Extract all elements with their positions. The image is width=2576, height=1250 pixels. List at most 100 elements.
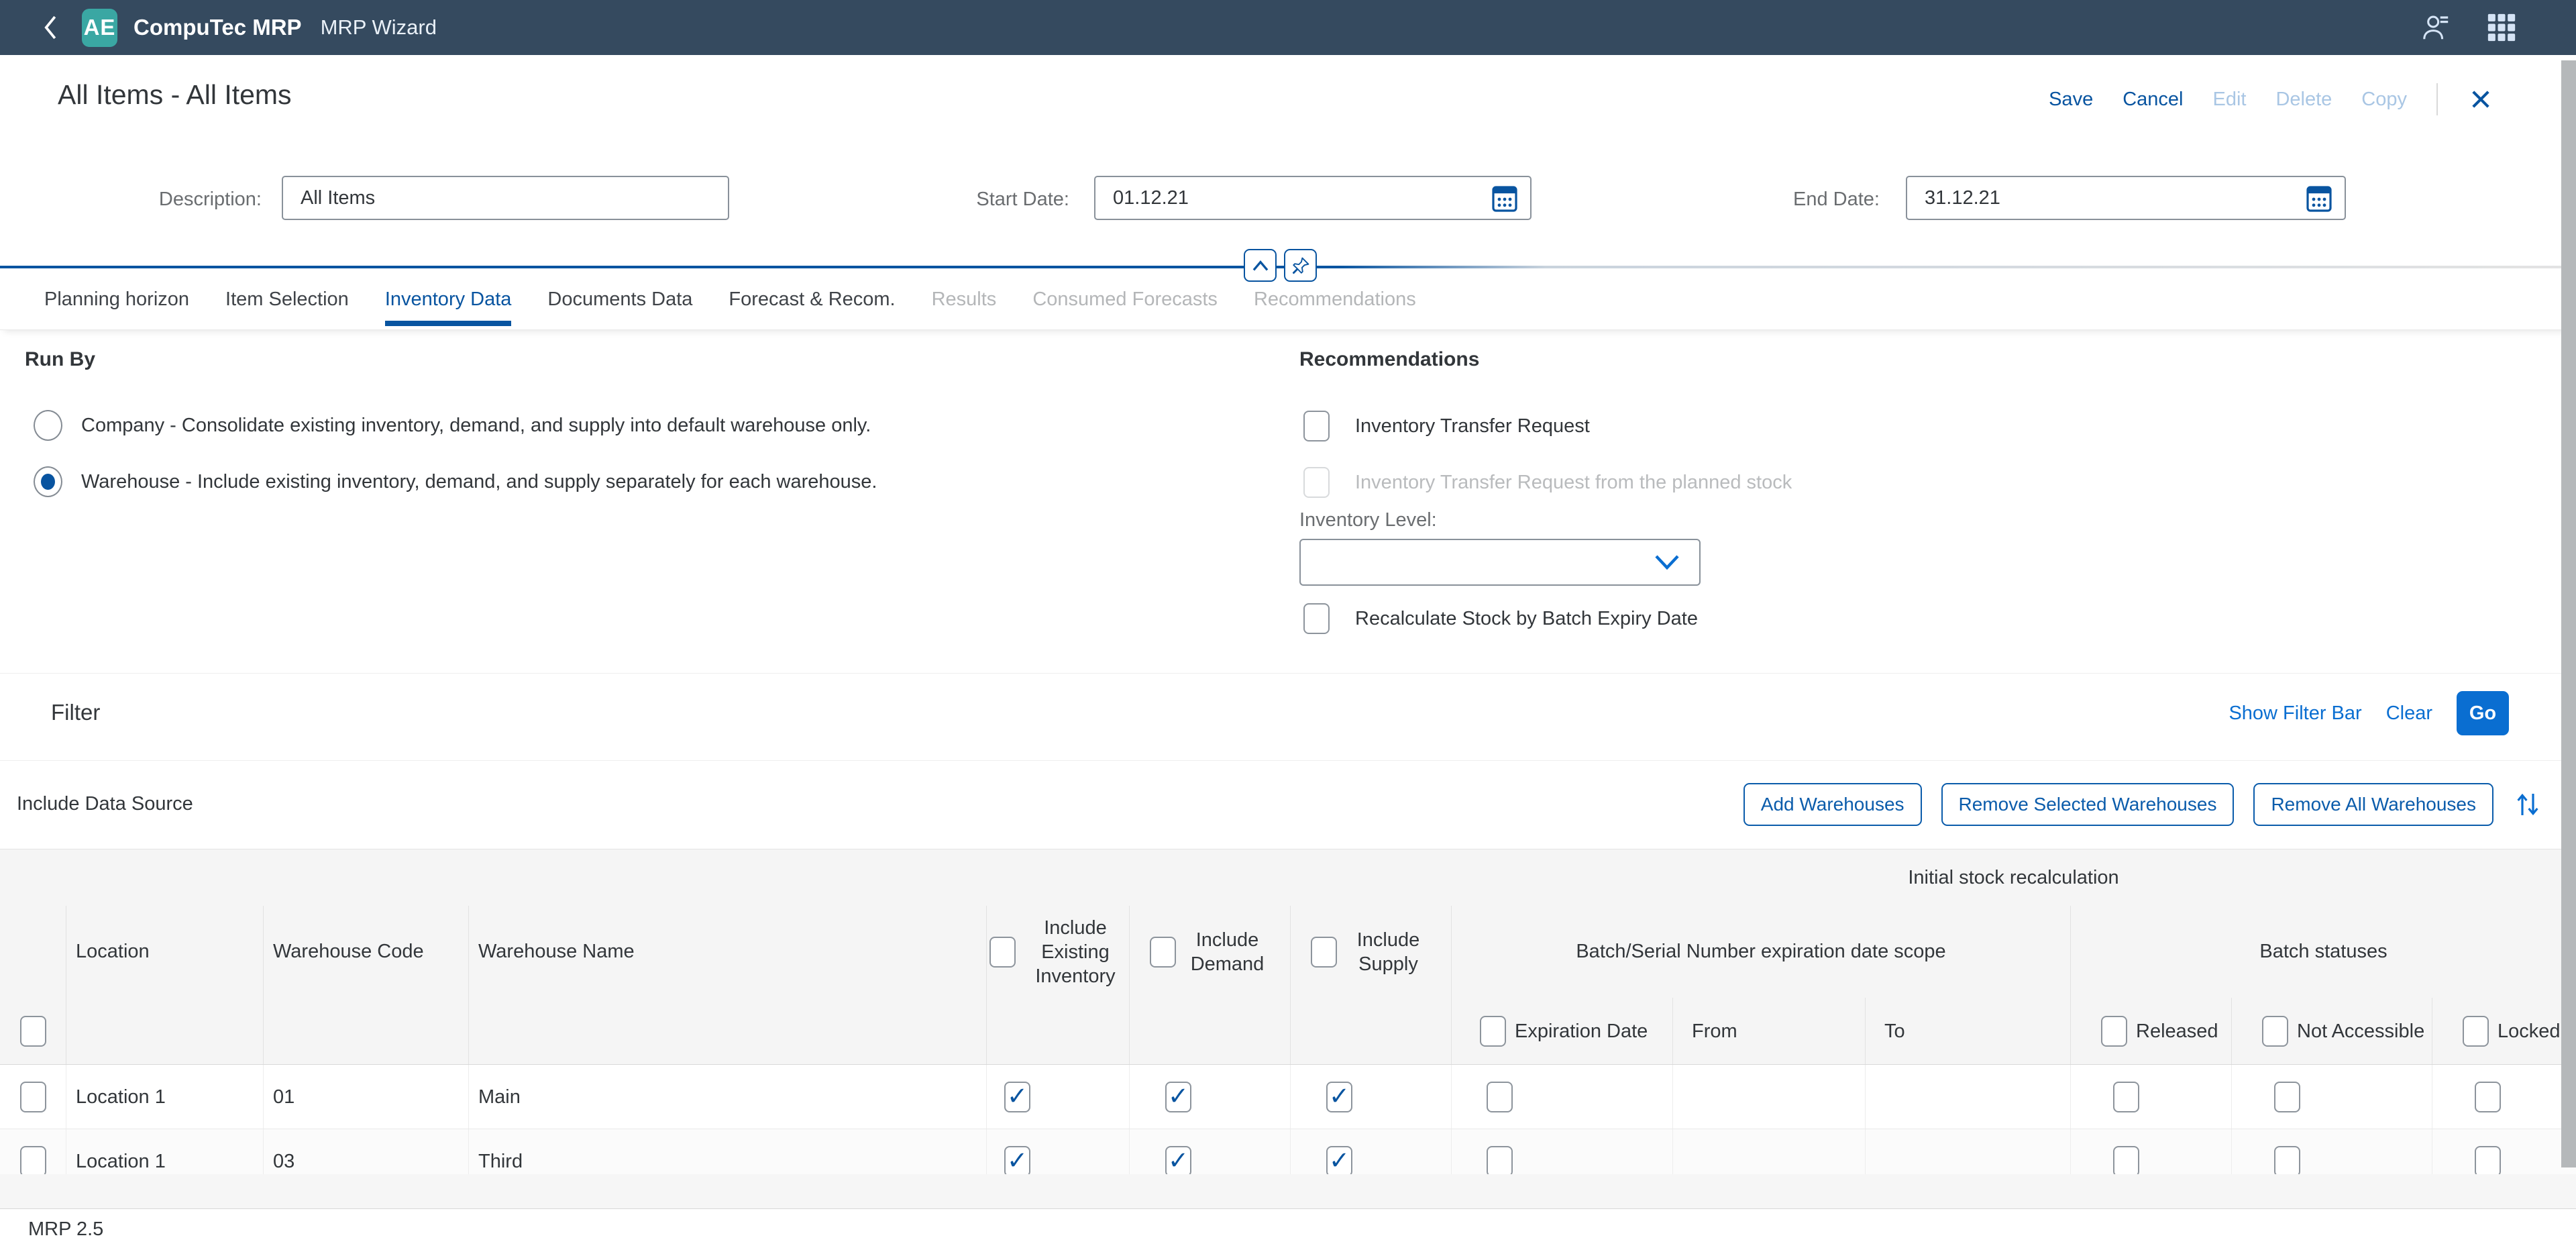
locked-header-checkbox[interactable] (2463, 1016, 2489, 1047)
save-button[interactable]: Save (2049, 89, 2093, 111)
col-include-existing-label: Include Existing Inventory (1024, 916, 1126, 988)
inventory-transfer-request-row[interactable]: Inventory Transfer Request (1303, 411, 1590, 441)
page-title: All Items - All Items (58, 79, 292, 111)
cancel-button[interactable]: Cancel (2123, 89, 2183, 111)
include-supply-checkbox[interactable] (1326, 1146, 1352, 1177)
sort-button[interactable] (2513, 788, 2542, 821)
col-include-supply-label: Include Supply (1346, 928, 1432, 976)
copy-button: Copy (2361, 89, 2407, 111)
inventory-level-select[interactable] (1299, 539, 1701, 586)
app-logo[interactable]: AE (82, 9, 117, 47)
recommendations-heading: Recommendations (1299, 348, 1479, 371)
end-date-input[interactable] (1923, 187, 2306, 210)
go-button[interactable]: Go (2457, 691, 2509, 735)
expiration-date-checkbox[interactable] (1487, 1082, 1513, 1112)
not-accessible-header-checkbox[interactable] (2262, 1016, 2288, 1047)
tab-results: Results (932, 269, 997, 329)
add-warehouses-button[interactable]: Add Warehouses (1743, 783, 1922, 826)
clear-link[interactable]: Clear (2386, 702, 2432, 725)
col-location[interactable]: Location (66, 906, 263, 998)
start-date-input[interactable] (1112, 187, 1491, 210)
app-logo-text: AE (84, 15, 116, 40)
tab-item-selection[interactable]: Item Selection (225, 269, 349, 329)
inventory-transfer-request-checkbox[interactable] (1303, 411, 1330, 441)
cell-include-existing (986, 1065, 1129, 1129)
include-demand-checkbox[interactable] (1165, 1082, 1191, 1112)
released-checkbox[interactable] (2113, 1146, 2139, 1177)
row-select-checkbox[interactable] (20, 1146, 46, 1177)
include-demand-header-checkbox[interactable] (1150, 937, 1176, 968)
app-finder-button[interactable] (2486, 12, 2517, 43)
end-date-label: End Date: (1758, 189, 1880, 211)
collapse-header-button[interactable] (1244, 249, 1277, 282)
col-from[interactable]: From (1672, 998, 1865, 1065)
tab-planning-horizon[interactable]: Planning horizon (44, 269, 189, 329)
col-not-accessible: Not Accessible (2231, 998, 2432, 1065)
cell-from[interactable] (1672, 1065, 1865, 1129)
inventory-transfer-planned-checkbox (1303, 467, 1330, 498)
cell-not-accessible (2231, 1065, 2432, 1129)
col-warehouse-name[interactable]: Warehouse Name (468, 906, 986, 998)
recalculate-stock-row[interactable]: Recalculate Stock by Batch Expiry Date (1303, 603, 1698, 634)
col-warehouse-code[interactable]: Warehouse Code (263, 906, 468, 998)
radio-warehouse-label: Warehouse - Include existing inventory, … (81, 471, 877, 493)
released-header-checkbox[interactable] (2101, 1016, 2127, 1047)
col-released-label: Released (2136, 1021, 2218, 1043)
account-button[interactable] (2420, 12, 2451, 43)
cell-warehouse-code: 01 (263, 1065, 468, 1129)
include-supply-checkbox[interactable] (1326, 1082, 1352, 1112)
expiration-date-header-checkbox[interactable] (1480, 1016, 1506, 1047)
start-date-field-wrap (1094, 176, 1532, 220)
cell-locked (2432, 1065, 2576, 1129)
released-checkbox[interactable] (2113, 1082, 2139, 1112)
select-all-checkbox[interactable] (20, 1016, 46, 1047)
end-date-picker-button[interactable] (2306, 183, 2332, 213)
not-accessible-checkbox[interactable] (2274, 1082, 2300, 1112)
data-source-actions: Add Warehouses Remove Selected Warehouse… (1743, 783, 2542, 826)
cell-to[interactable] (1865, 1065, 2070, 1129)
recalculate-stock-checkbox[interactable] (1303, 603, 1330, 634)
show-filter-bar-link[interactable]: Show Filter Bar (2229, 702, 2361, 725)
table-row[interactable]: Location 1 01 Main (0, 1065, 2576, 1129)
table-subheader-row: Expiration Date From To Released Not Acc… (0, 998, 2576, 1065)
radio-company-label: Company - Consolidate existing inventory… (81, 415, 871, 437)
locked-checkbox[interactable] (2475, 1146, 2501, 1177)
col-to[interactable]: To (1865, 998, 2070, 1065)
footer-bar: MRP 2.5 (0, 1209, 2576, 1250)
remove-selected-warehouses-button[interactable]: Remove Selected Warehouses (1941, 783, 2235, 826)
app-title: CompuTec MRP (133, 15, 302, 40)
tab-recommendations: Recommendations (1254, 269, 1416, 329)
col-include-demand-label: Include Demand (1185, 928, 1271, 976)
calendar-icon (1491, 183, 1518, 213)
cell-expiration-date (1451, 1065, 1672, 1129)
tab-documents-data[interactable]: Documents Data (547, 269, 692, 329)
start-date-picker-button[interactable] (1491, 183, 1518, 213)
tab-inventory-data[interactable]: Inventory Data (385, 269, 512, 329)
run-by-option-warehouse[interactable]: Warehouse - Include existing inventory, … (34, 466, 877, 497)
empty-header-cell (986, 998, 1129, 1065)
include-supply-header-checkbox[interactable] (1311, 937, 1337, 968)
inventory-transfer-planned-row: Inventory Transfer Request from the plan… (1303, 467, 1792, 498)
pin-header-button[interactable] (1284, 249, 1317, 282)
include-existing-header-checkbox[interactable] (989, 937, 1016, 968)
close-button[interactable] (2467, 86, 2494, 113)
radio-company[interactable] (34, 410, 62, 441)
group-batch-serial-scope: Batch/Serial Number expiration date scop… (1451, 906, 2070, 998)
locked-checkbox[interactable] (2475, 1082, 2501, 1112)
remove-all-warehouses-button[interactable]: Remove All Warehouses (2253, 783, 2493, 826)
include-demand-checkbox[interactable] (1165, 1146, 1191, 1177)
run-by-option-company[interactable]: Company - Consolidate existing inventory… (34, 410, 871, 441)
row-select-checkbox[interactable] (20, 1082, 46, 1112)
filter-actions: Show Filter Bar Clear Go (2229, 691, 2509, 735)
back-button[interactable] (38, 10, 64, 45)
include-existing-checkbox[interactable] (1004, 1082, 1030, 1112)
include-existing-checkbox[interactable] (1004, 1146, 1030, 1177)
not-accessible-checkbox[interactable] (2274, 1146, 2300, 1177)
description-input[interactable] (299, 187, 728, 210)
expiration-date-checkbox[interactable] (1487, 1146, 1513, 1177)
radio-warehouse[interactable] (34, 466, 62, 497)
col-expiration-date: Expiration Date (1451, 998, 1672, 1065)
tab-forecast-recom[interactable]: Forecast & Recom. (729, 269, 895, 329)
header-actions: Save Cancel Edit Delete Copy (2049, 82, 2494, 117)
vertical-scrollbar[interactable] (2561, 60, 2576, 1167)
